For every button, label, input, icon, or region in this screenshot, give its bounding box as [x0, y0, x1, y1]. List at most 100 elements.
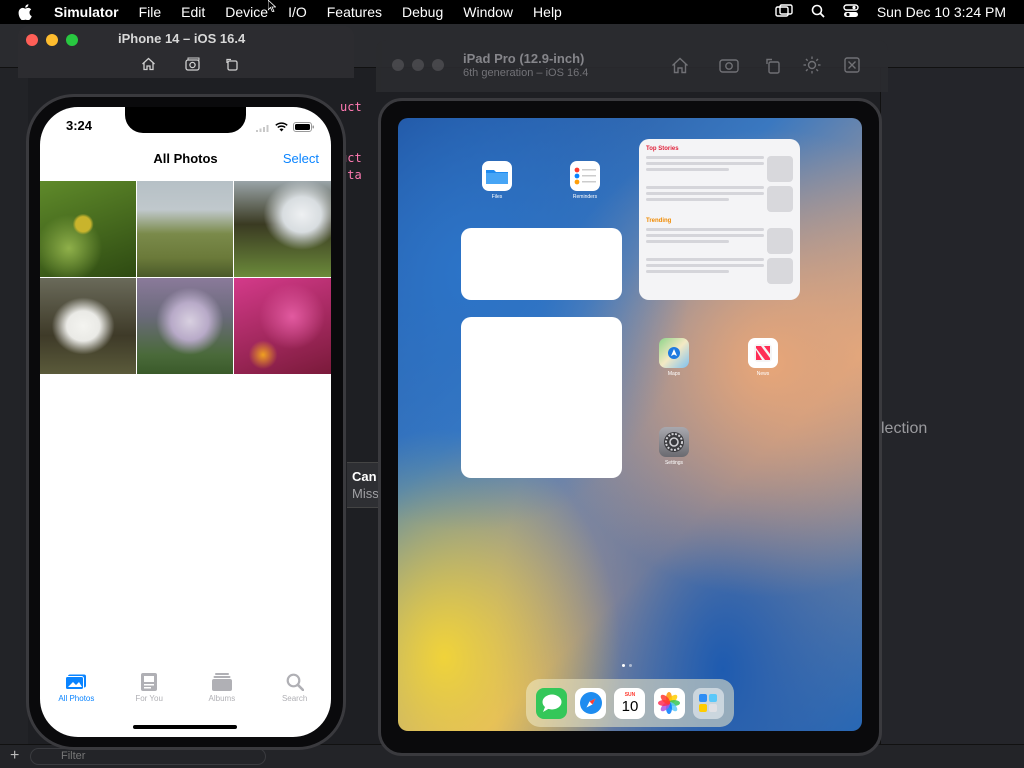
status-time: 3:24	[66, 118, 93, 133]
news-story[interactable]	[646, 186, 793, 212]
menu-app-name[interactable]: Simulator	[54, 4, 119, 20]
zoom-window-button[interactable]	[432, 59, 444, 71]
minimize-window-button[interactable]	[412, 59, 424, 71]
add-button[interactable]: +	[10, 747, 19, 765]
photo-thumbnail[interactable]	[137, 181, 233, 277]
page-indicator[interactable]	[622, 664, 632, 667]
app-label: Files	[491, 194, 503, 200]
messages-icon[interactable]	[536, 687, 568, 719]
menu-features[interactable]: Features	[327, 4, 382, 20]
tab-label: All Photos	[58, 694, 95, 703]
preview-error-subtitle: Miss	[352, 486, 379, 501]
tab-all-photos[interactable]: All Photos	[40, 673, 113, 713]
accessibility-inspector-icon[interactable]	[842, 55, 862, 75]
no-selection-label: lection	[881, 420, 928, 437]
news-story[interactable]	[646, 228, 793, 254]
menu-io[interactable]: I/O	[288, 4, 307, 20]
code-line: uct	[340, 100, 362, 114]
widget-placeholder[interactable]	[461, 228, 622, 300]
news-widget-trending: Trending	[646, 218, 672, 224]
news-thumbnail	[767, 156, 793, 182]
menu-help[interactable]: Help	[533, 4, 562, 20]
macos-menu-bar: Simulator File Edit Device I/O Features …	[0, 0, 1024, 24]
iphone-screen[interactable]: 3:24 All Photos Select All Photos For Yo…	[40, 107, 331, 737]
home-indicator[interactable]	[133, 725, 237, 729]
menu-device[interactable]: Device	[225, 4, 268, 20]
news-story[interactable]	[646, 258, 793, 284]
news-story[interactable]	[646, 156, 793, 182]
photo-grid	[40, 181, 331, 374]
menu-debug[interactable]: Debug	[402, 4, 443, 20]
photo-thumbnail[interactable]	[234, 181, 331, 277]
photo-thumbnail[interactable]	[40, 181, 136, 277]
photo-thumbnail[interactable]	[234, 278, 331, 374]
app-files[interactable]: Files	[482, 161, 512, 200]
app-settings[interactable]: Settings	[659, 427, 689, 466]
brightness-icon[interactable]	[802, 55, 822, 75]
control-center-icon[interactable]	[843, 3, 859, 21]
screenshot-icon[interactable]	[719, 55, 739, 75]
tab-for-you[interactable]: For You	[113, 673, 186, 713]
zoom-window-button[interactable]	[66, 34, 78, 46]
ipad-simulator-titlebar[interactable]: iPad Pro (12.9-inch) 6th generation – iO…	[376, 40, 888, 92]
spotlight-search-icon[interactable]	[811, 4, 825, 21]
xcode-code-editor[interactable]: uct uct sta }	[340, 100, 380, 400]
ipad-home-screen[interactable]: Files Reminders Maps News Settings Top S…	[398, 118, 862, 731]
menu-edit[interactable]: Edit	[181, 4, 205, 20]
search-tab-icon	[284, 673, 306, 691]
apple-menu-icon[interactable]	[18, 4, 36, 20]
menu-clock[interactable]: Sun Dec 10 3:24 PM	[877, 4, 1006, 20]
photo-thumbnail[interactable]	[40, 278, 136, 374]
news-thumbnail	[767, 258, 793, 284]
code-line: sta	[340, 168, 362, 182]
photos-icon[interactable]	[653, 687, 685, 719]
files-icon	[482, 161, 512, 191]
select-button[interactable]: Select	[283, 151, 319, 166]
xcode-navigator	[0, 68, 28, 744]
photo-thumbnail[interactable]	[137, 278, 233, 374]
app-label: Maps	[667, 371, 681, 377]
screenshot-icon[interactable]	[185, 56, 201, 72]
tab-bar: All Photos For You Albums Search	[40, 673, 331, 713]
tab-label: Search	[281, 694, 308, 703]
albums-tab-icon	[211, 673, 233, 691]
iphone-simulator-titlebar[interactable]: iPhone 14 – iOS 16.4	[18, 26, 354, 78]
code-line: }	[340, 202, 380, 219]
mouse-cursor-icon	[268, 0, 276, 12]
tab-label: For You	[135, 694, 163, 703]
app-label: Reminders	[572, 194, 598, 200]
safari-icon[interactable]	[575, 687, 607, 719]
home-icon[interactable]	[670, 55, 690, 75]
rotate-icon[interactable]	[224, 56, 240, 72]
tab-search[interactable]: Search	[258, 673, 331, 713]
cellular-signal-icon	[256, 119, 270, 137]
home-icon[interactable]	[140, 56, 156, 72]
app-library-icon[interactable]	[692, 687, 724, 719]
close-window-button[interactable]	[26, 34, 38, 46]
screen-mirroring-icon[interactable]	[775, 3, 793, 21]
rotate-icon[interactable]	[763, 55, 783, 75]
app-reminders[interactable]: Reminders	[570, 161, 600, 200]
photos-tab-icon	[65, 673, 87, 691]
app-news[interactable]: News	[748, 338, 778, 377]
news-icon	[748, 338, 778, 368]
for-you-tab-icon	[138, 673, 160, 691]
preview-error-title: Can	[352, 469, 377, 484]
battery-icon	[293, 119, 315, 137]
widget-placeholder[interactable]	[461, 317, 622, 478]
calendar-date: 10	[621, 697, 639, 715]
wifi-icon	[275, 119, 288, 137]
menu-file[interactable]: File	[139, 4, 162, 20]
news-widget[interactable]: Top Stories Trending	[639, 139, 800, 300]
app-maps[interactable]: Maps	[659, 338, 689, 377]
close-window-button[interactable]	[392, 59, 404, 71]
menu-window[interactable]: Window	[463, 4, 513, 20]
calendar-icon[interactable]: SUN 10	[614, 687, 646, 719]
tab-albums[interactable]: Albums	[186, 673, 259, 713]
ipad-window-subtitle: 6th generation – iOS 16.4	[463, 67, 589, 79]
filter-input[interactable]: Filter	[30, 748, 266, 765]
minimize-window-button[interactable]	[46, 34, 58, 46]
tab-label: Albums	[208, 694, 236, 703]
